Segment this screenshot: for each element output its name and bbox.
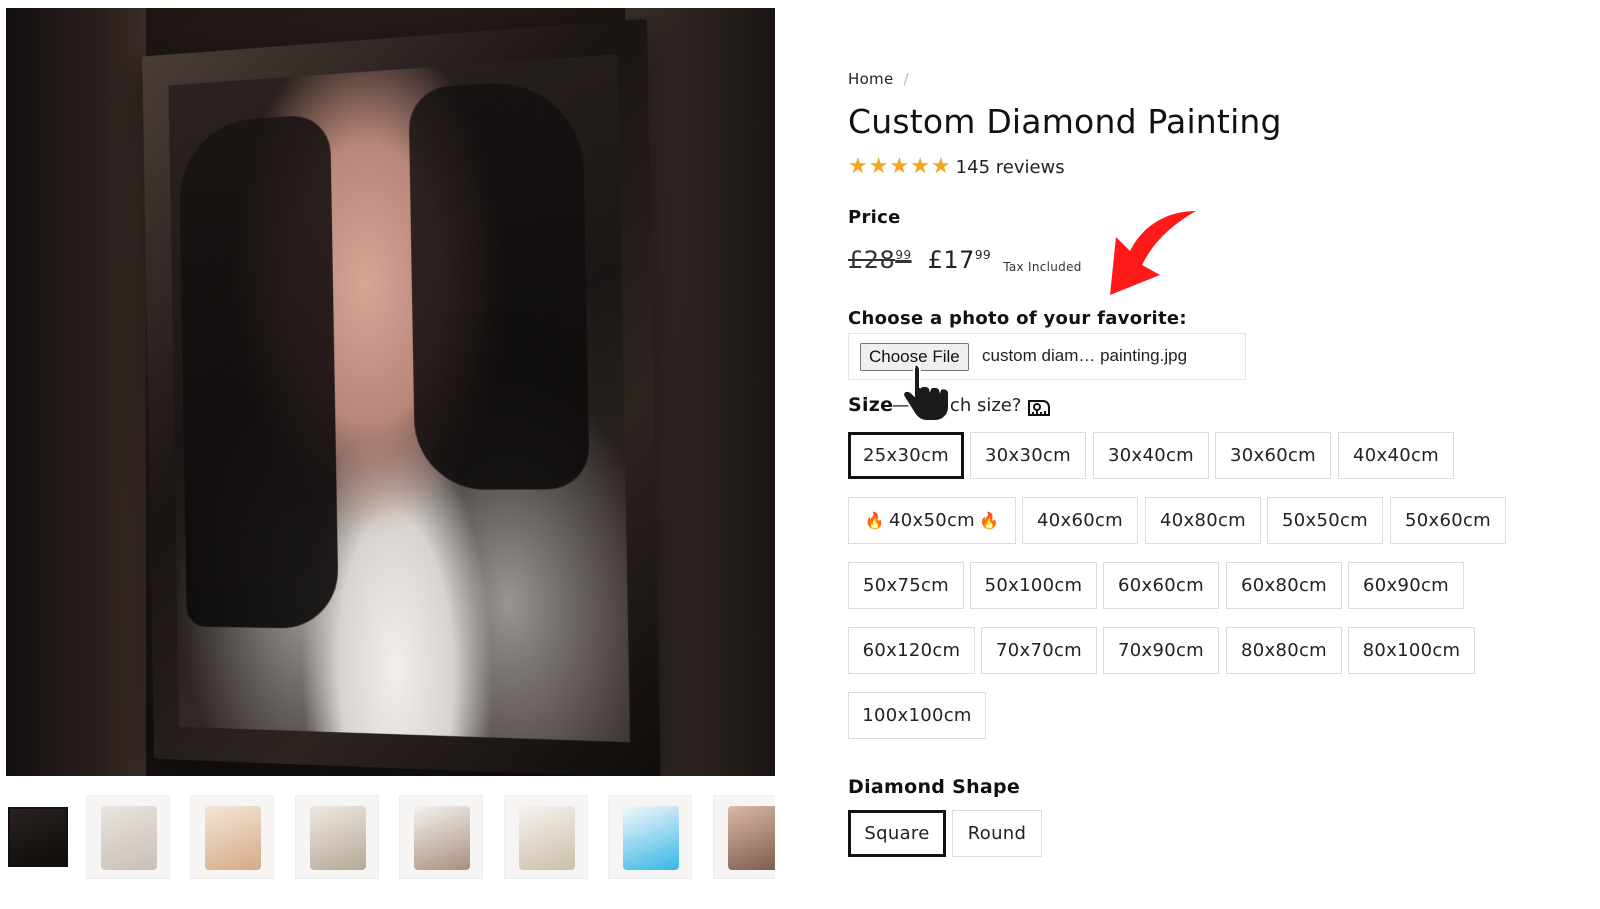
size-option-30x40cm[interactable]: 30x40cm bbox=[1093, 432, 1209, 479]
shape-option-square[interactable]: Square bbox=[848, 810, 946, 857]
size-option-40x50cm[interactable]: 🔥 40x50cm 🔥 bbox=[848, 497, 1016, 544]
upload-label: Choose a photo of your favorite: bbox=[848, 308, 1187, 329]
original-price: £2899 bbox=[848, 246, 912, 274]
thumbnail-4[interactable] bbox=[295, 795, 379, 879]
background-wall-left bbox=[6, 8, 146, 776]
size-option-60x120cm[interactable]: 60x120cm bbox=[848, 627, 975, 674]
portrait-canvas bbox=[168, 54, 631, 743]
size-option-40x80cm[interactable]: 40x80cm bbox=[1145, 497, 1261, 544]
product-main-image[interactable] bbox=[6, 8, 775, 776]
product-info-panel: Home / Custom Diamond Painting ★ ★ ★ ★ ★ … bbox=[848, 0, 1548, 909]
portrait-hair-right bbox=[408, 77, 590, 490]
price-label: Price bbox=[848, 207, 901, 228]
ruler-icon[interactable] bbox=[1026, 397, 1052, 419]
breadcrumb-home-link[interactable]: Home bbox=[848, 70, 894, 88]
thumbnail-6[interactable] bbox=[504, 795, 588, 879]
size-option-25x30cm[interactable]: 25x30cm bbox=[848, 432, 964, 479]
tax-note: Tax Included bbox=[1003, 260, 1082, 274]
selected-file-name: custom diam… painting.jpg bbox=[982, 346, 1188, 365]
flame-icon: 🔥 bbox=[864, 511, 885, 530]
thumbnail-1[interactable] bbox=[8, 807, 68, 867]
sale-price: £1799 bbox=[927, 246, 992, 274]
price-row: £2899 £1799 Tax Included bbox=[848, 246, 1082, 274]
annotation-arrow-icon bbox=[1110, 211, 1196, 295]
star-icon: ★ bbox=[868, 154, 889, 179]
thumbnail-7[interactable] bbox=[608, 795, 692, 879]
size-option-70x70cm[interactable]: 70x70cm bbox=[981, 627, 1097, 674]
size-option-60x80cm[interactable]: 60x80cm bbox=[1226, 562, 1342, 609]
size-option-label: 40x50cm bbox=[889, 510, 975, 531]
star-icon: ★ bbox=[930, 154, 951, 179]
reviews-link[interactable]: 145 reviews bbox=[956, 157, 1065, 178]
size-option-80x80cm[interactable]: 80x80cm bbox=[1226, 627, 1342, 674]
size-option-50x60cm[interactable]: 50x60cm bbox=[1390, 497, 1506, 544]
size-option-50x50cm[interactable]: 50x50cm bbox=[1267, 497, 1383, 544]
size-option-100x100cm[interactable]: 100x100cm bbox=[848, 692, 986, 739]
size-option-50x100cm[interactable]: 50x100cm bbox=[970, 562, 1097, 609]
size-label: Size bbox=[848, 394, 894, 416]
flame-icon: 🔥 bbox=[979, 511, 1000, 530]
star-icon: ★ bbox=[910, 154, 930, 179]
size-option-70x90cm[interactable]: 70x90cm bbox=[1103, 627, 1219, 674]
size-option-30x60cm[interactable]: 30x60cm bbox=[1215, 432, 1331, 479]
breadcrumb: Home / bbox=[848, 70, 909, 88]
size-option-80x100cm[interactable]: 80x100cm bbox=[1348, 627, 1475, 674]
size-option-60x90cm[interactable]: 60x90cm bbox=[1348, 562, 1464, 609]
size-option-30x30cm[interactable]: 30x30cm bbox=[970, 432, 1086, 479]
thumbnail-3[interactable] bbox=[190, 795, 274, 879]
diamond-shape-label: Diamond Shape bbox=[848, 776, 1021, 798]
thumbnail-2[interactable] bbox=[86, 795, 170, 879]
star-icon: ★ bbox=[889, 154, 910, 179]
size-option-40x60cm[interactable]: 40x60cm bbox=[1022, 497, 1138, 544]
size-option-60x60cm[interactable]: 60x60cm bbox=[1103, 562, 1219, 609]
thumbnail-strip bbox=[6, 795, 775, 879]
thumbnail-5[interactable] bbox=[399, 795, 483, 879]
hand-pointer-icon bbox=[902, 363, 950, 422]
rating-row[interactable]: ★ ★ ★ ★ ★ 145 reviews bbox=[848, 156, 1065, 178]
star-icon: ★ bbox=[848, 154, 868, 179]
framed-portrait bbox=[142, 18, 661, 776]
shape-option-round[interactable]: Round bbox=[952, 810, 1042, 857]
breadcrumb-separator: / bbox=[903, 70, 909, 88]
portrait-hair-left bbox=[178, 113, 339, 630]
product-title: Custom Diamond Painting bbox=[848, 102, 1282, 141]
size-option-50x75cm[interactable]: 50x75cm bbox=[848, 562, 964, 609]
thumbnail-8[interactable] bbox=[713, 795, 775, 879]
size-option-40x40cm[interactable]: 40x40cm bbox=[1338, 432, 1454, 479]
